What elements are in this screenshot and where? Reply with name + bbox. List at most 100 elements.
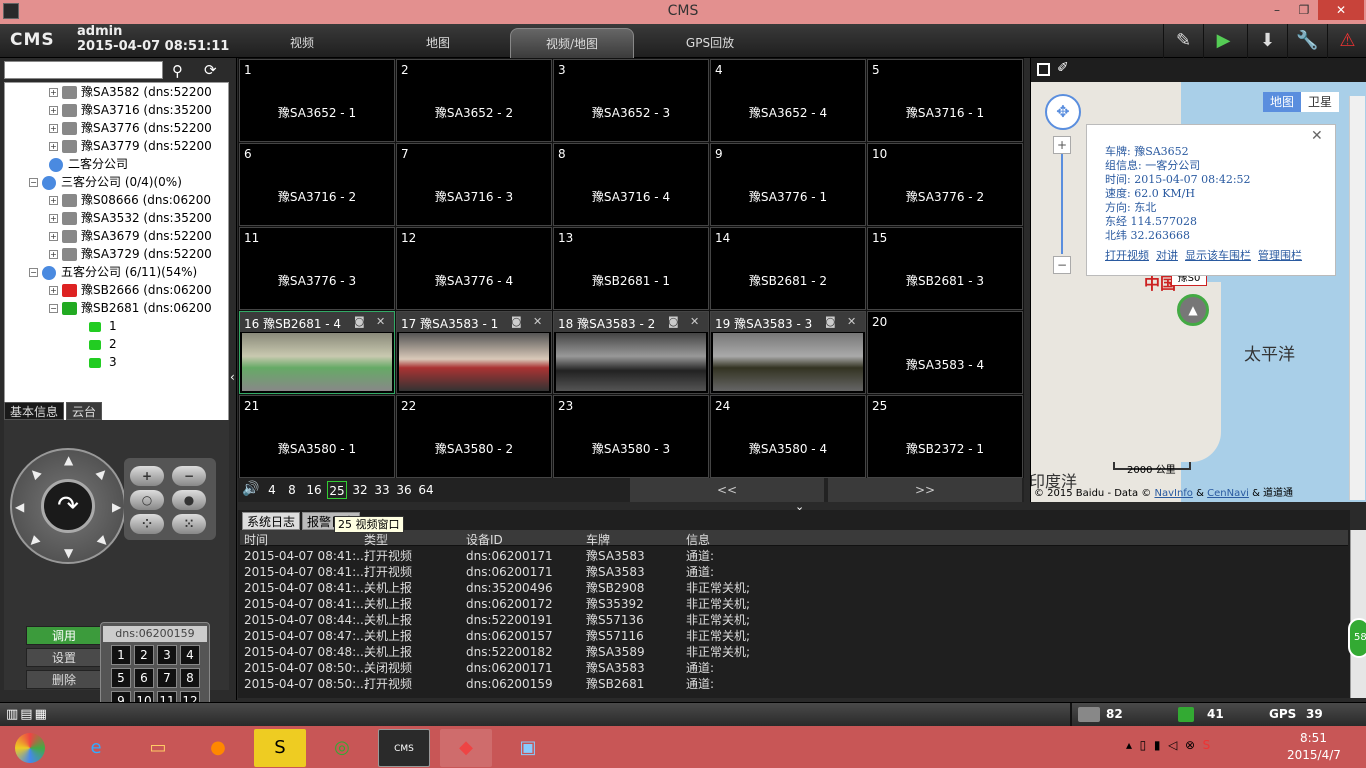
preset-key[interactable]: 1 bbox=[111, 645, 131, 665]
open-video-link[interactable]: 打开视频 bbox=[1105, 249, 1149, 262]
video-cell[interactable]: 15 豫SB2681 - 3 bbox=[867, 227, 1023, 310]
tree-row-vehicle[interactable]: + 豫SA3729 (dns:52200 bbox=[49, 245, 212, 263]
expand-icon[interactable]: + bbox=[49, 286, 58, 295]
expand-icon[interactable]: + bbox=[49, 106, 58, 115]
log-row[interactable]: 2015-04-07 08:50:... 打开视频 dns:06200159 豫SB2… bbox=[240, 676, 1348, 692]
iris-small-button[interactable]: ⁘ bbox=[130, 514, 164, 534]
tray-icons[interactable]: ▴ ▯ ▮ ◁ ⊗ S bbox=[1126, 738, 1210, 752]
video-cell[interactable]: 13 豫SB2681 - 1 bbox=[553, 227, 709, 310]
firefox-icon[interactable]: ● bbox=[192, 729, 244, 767]
side-badge[interactable]: 58 bbox=[1348, 618, 1366, 658]
log-vertical-scrollbar[interactable] bbox=[1350, 530, 1366, 698]
preset-set-button[interactable]: 设置 bbox=[26, 648, 102, 667]
clock-time[interactable]: 8:51 bbox=[1300, 731, 1327, 745]
pan-control-icon[interactable]: ✥ bbox=[1045, 94, 1081, 130]
play-screen-icon[interactable]: ▶ bbox=[1203, 24, 1243, 58]
preset-delete-button[interactable]: 删除 bbox=[26, 670, 102, 689]
video-cell[interactable]: ◙ ✕ 17 豫SA3583 - 1 bbox=[396, 311, 552, 394]
tab-map[interactable]: 地图 bbox=[376, 28, 500, 58]
tab-video[interactable]: 视频 bbox=[240, 28, 364, 58]
remote-desktop-icon[interactable]: ▣ bbox=[502, 729, 554, 767]
map-type-map-button[interactable]: 地图 bbox=[1263, 92, 1301, 112]
snapshot-icon[interactable]: ◙ bbox=[668, 315, 679, 328]
video-cell[interactable]: 23 豫SA3580 - 3 bbox=[553, 395, 709, 478]
expand-icon[interactable]: + bbox=[49, 142, 58, 151]
log-column-header[interactable]: 设备ID bbox=[466, 531, 503, 548]
ptz-direction-pad[interactable]: ▲ ▼ ◀ ▶ ▲ ▲ ▼ ▼ ↷ bbox=[10, 448, 126, 564]
tree-row-channel[interactable]: 2 bbox=[89, 335, 117, 353]
video-cell[interactable]: 20 豫SA3583 - 4 bbox=[867, 311, 1023, 394]
tree-row-vehicle[interactable]: + 豫SB2666 (dns:06200 bbox=[49, 281, 212, 299]
snapshot-icon[interactable]: ◙ bbox=[511, 315, 522, 328]
search-icon[interactable]: ⚲ bbox=[172, 62, 183, 80]
grid-layout-option[interactable]: 33 bbox=[372, 481, 392, 499]
tree-row-channel[interactable]: 1 bbox=[89, 317, 117, 335]
close-video-icon[interactable]: ✕ bbox=[690, 315, 699, 328]
square-select-icon[interactable] bbox=[1037, 63, 1050, 76]
tree-row-group[interactable]: 二客分公司 bbox=[49, 155, 128, 173]
log-row[interactable]: 2015-04-07 08:41:... 打开视频 dns:06200171 豫SA3… bbox=[240, 548, 1348, 564]
download-icon[interactable]: ⬇ bbox=[1247, 24, 1287, 58]
tab-ptz[interactable]: 云台 bbox=[66, 402, 103, 420]
video-cell[interactable]: 4 豫SA3652 - 4 bbox=[710, 59, 866, 142]
iris-large-button[interactable]: ⁙ bbox=[172, 514, 206, 534]
tree-row-vehicle[interactable]: + 豫SA3679 (dns:52200 bbox=[49, 227, 212, 245]
preset-key[interactable]: 8 bbox=[180, 668, 200, 688]
vehicle-marker-icon[interactable]: ▲ bbox=[1177, 294, 1209, 326]
preset-key[interactable]: 3 bbox=[157, 645, 177, 665]
ptz-left-icon[interactable]: ◀ bbox=[15, 500, 24, 514]
ptz-downleft-icon[interactable]: ▼ bbox=[26, 533, 42, 549]
tree-row-vehicle[interactable]: + 豫SA3779 (dns:52200 bbox=[49, 137, 212, 155]
log-column-header[interactable]: 类型 bbox=[364, 531, 388, 548]
qq-browser-icon[interactable]: ◎ bbox=[316, 729, 368, 767]
tree-row-vehicle[interactable]: + 豫SA3532 (dns:35200 bbox=[49, 209, 212, 227]
map-zoom-in-button[interactable]: + bbox=[1053, 136, 1071, 154]
collapse-icon[interactable]: − bbox=[49, 304, 58, 313]
log-column-header[interactable]: 时间 bbox=[244, 531, 268, 548]
tab-gps-playback[interactable]: GPS回放 bbox=[648, 28, 772, 58]
grid-layout-option[interactable]: 25 bbox=[327, 481, 347, 499]
collapse-left-icon[interactable]: ‹ bbox=[230, 370, 235, 384]
focus-near-button[interactable]: ○ bbox=[130, 490, 164, 510]
log-row[interactable]: 2015-04-07 08:47:... 关机上报 dns:06200157 豫S57… bbox=[240, 628, 1348, 644]
snapshot-icon[interactable]: ◙ bbox=[825, 315, 836, 328]
ptz-center-icon[interactable]: ↷ bbox=[41, 479, 95, 533]
warning-icon[interactable]: ⚠ bbox=[1327, 24, 1366, 58]
device-selector[interactable]: dns:06200159 bbox=[103, 626, 207, 642]
grid-layout-option[interactable]: 64 bbox=[416, 481, 436, 499]
grid-layout-option[interactable]: 16 bbox=[304, 481, 324, 499]
speaker-icon[interactable]: 🔊 bbox=[242, 481, 259, 497]
collapse-icon[interactable]: − bbox=[29, 178, 38, 187]
zoom-out-button[interactable]: − bbox=[172, 466, 206, 486]
video-cell[interactable]: 2 豫SA3652 - 2 bbox=[396, 59, 552, 142]
ruler-icon[interactable]: ✐ bbox=[1057, 60, 1069, 76]
ptz-down-icon[interactable]: ▼ bbox=[64, 546, 73, 560]
cms-taskbar-icon[interactable]: CMS bbox=[378, 729, 430, 767]
notepad-icon[interactable]: ✎ bbox=[1163, 24, 1203, 58]
video-cell[interactable]: 12 豫SA3776 - 4 bbox=[396, 227, 552, 310]
log-column-header[interactable]: 信息 bbox=[686, 531, 710, 548]
map-type-satellite-button[interactable]: 卫星 bbox=[1301, 92, 1339, 112]
layout-switch-icons[interactable]: ▥▤▦ bbox=[6, 707, 49, 722]
snapshot-icon[interactable]: ◙ bbox=[354, 315, 365, 328]
grid-layout-option[interactable]: 36 bbox=[394, 481, 414, 499]
sogou-icon[interactable]: S bbox=[254, 729, 306, 767]
close-video-icon[interactable]: ✕ bbox=[847, 315, 856, 328]
zoom-slider[interactable] bbox=[1061, 154, 1063, 254]
popup-close-icon[interactable]: ✕ bbox=[1311, 129, 1323, 143]
tree-row-vehicle[interactable]: + 豫SA3582 (dns:52200 bbox=[49, 83, 212, 101]
close-video-icon[interactable]: ✕ bbox=[533, 315, 542, 328]
ptz-up-icon[interactable]: ▲ bbox=[64, 453, 73, 467]
grid-layout-option[interactable]: 8 bbox=[282, 481, 302, 499]
preset-key[interactable]: 6 bbox=[134, 668, 154, 688]
grid-layout-option[interactable]: 32 bbox=[350, 481, 370, 499]
ptz-upright-icon[interactable]: ▲ bbox=[94, 465, 110, 481]
tree-row-group[interactable]: − 五客分公司 (6/11)(54%) bbox=[29, 263, 197, 281]
log-row[interactable]: 2015-04-07 08:41:... 打开视频 dns:06200171 豫SA3… bbox=[240, 564, 1348, 580]
expand-icon[interactable]: + bbox=[49, 250, 58, 259]
map-scrollbar[interactable] bbox=[1349, 96, 1365, 500]
expand-icon[interactable]: + bbox=[49, 124, 58, 133]
wrench-icon[interactable]: 🔧 bbox=[1287, 24, 1327, 58]
collapse-icon[interactable]: − bbox=[29, 268, 38, 277]
collapse-chevron-icon[interactable]: ⌄ bbox=[112, 388, 120, 399]
